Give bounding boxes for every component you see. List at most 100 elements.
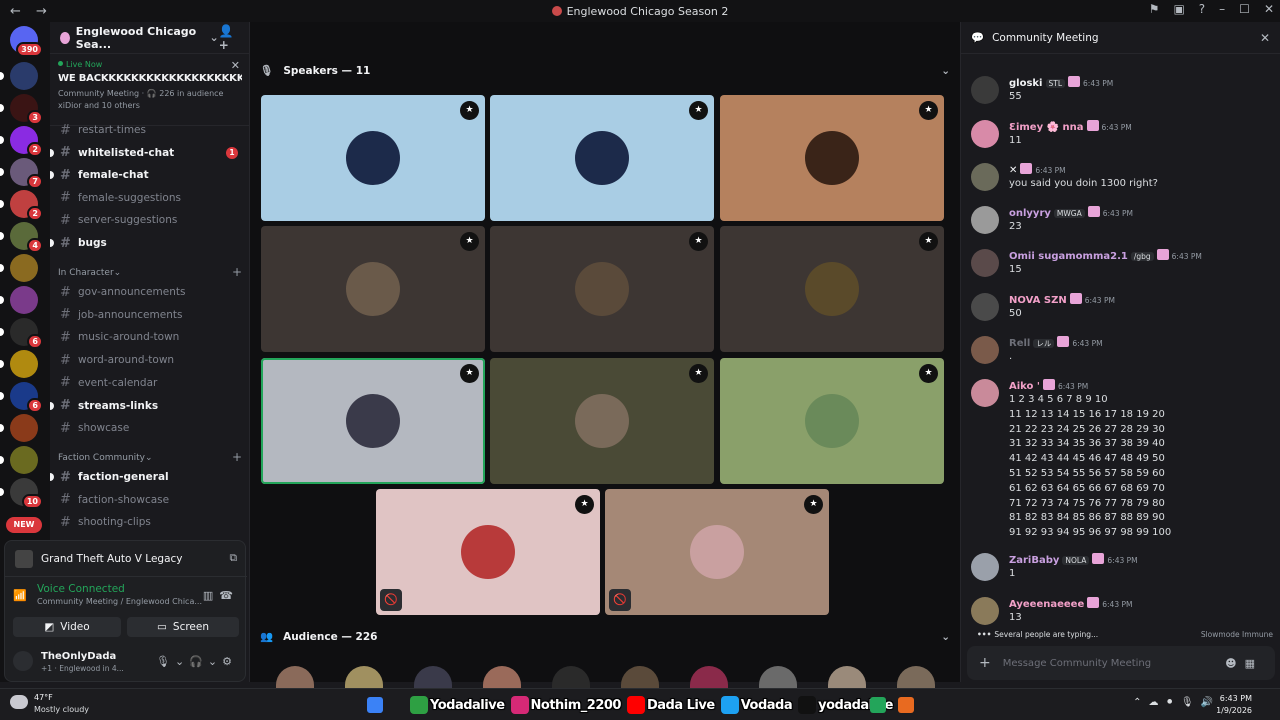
channel-faction-showcase[interactable]: # faction-showcase	[56, 490, 246, 510]
message-author[interactable]: Ayeeenaeeee 6:43 PM	[1009, 597, 1132, 610]
avatar[interactable]	[971, 206, 999, 234]
channel-shooting-clips[interactable]: # shooting-clips	[56, 512, 246, 532]
mic-headset-settings-icons[interactable]: 🎙⌄🎧⌄⚙	[156, 655, 237, 668]
minimize-icon[interactable]: –	[1219, 2, 1225, 16]
message-author[interactable]: Ɛimey 🌸 nna 6:43 PM	[1009, 120, 1132, 133]
channel-category[interactable]: In Character ⌄ +	[58, 266, 242, 278]
speaker-tile[interactable]: ★	[490, 358, 714, 484]
speaker-tile[interactable]: ★ 🚫	[376, 489, 600, 615]
message-input[interactable]: + Message Community Meeting ☻▦	[967, 646, 1275, 680]
speaker-tile[interactable]: ★	[490, 95, 714, 221]
signal-icon[interactable]: 📶	[13, 589, 27, 602]
channel-whitelisted-chat[interactable]: # whitelisted-chat 1	[50, 143, 246, 163]
server-icon[interactable]: 7	[10, 158, 43, 189]
speaker-tile[interactable]: ★	[720, 95, 944, 221]
video-button[interactable]: ◩ Video	[13, 617, 121, 637]
message-author[interactable]: Aiko ' 6:43 PM	[1009, 379, 1088, 392]
server-icon[interactable]	[10, 414, 38, 442]
maximize-icon[interactable]: ☐	[1239, 2, 1250, 16]
channel-restart-times[interactable]: # restart-times	[56, 120, 246, 140]
avatar[interactable]	[13, 651, 33, 671]
server-icon[interactable]: 10	[10, 478, 43, 509]
chevron-down-icon[interactable]: ⌄	[941, 65, 950, 77]
channel-female-chat[interactable]: # female-chat	[50, 165, 246, 185]
message-author[interactable]: Omii sugamomma2.1/gbg 6:43 PM	[1009, 249, 1202, 262]
close-icon[interactable]: ✕	[1264, 2, 1274, 16]
channel-word-around-town[interactable]: # word-around-town	[56, 350, 246, 370]
channel-gov-announcements[interactable]: # gov-announcements	[56, 282, 246, 302]
message-author[interactable]: Rell レル 6:43 PM	[1009, 336, 1103, 349]
server-icon[interactable]	[10, 350, 38, 378]
avatar[interactable]	[971, 249, 999, 277]
chevron-down-icon[interactable]: ⌄	[941, 631, 950, 643]
emoji-gif-icons[interactable]: ☻▦	[1225, 657, 1263, 670]
message-author[interactable]: NOVA SZN 6:43 PM	[1009, 293, 1115, 306]
channel-showcase[interactable]: # showcase	[56, 418, 246, 438]
app-icon[interactable]	[870, 697, 886, 713]
windows-start-icon[interactable]	[367, 697, 383, 713]
channel-job-announcements[interactable]: # job-announcements	[56, 305, 246, 325]
server-icon[interactable]	[10, 446, 38, 474]
server-icon[interactable]: 2	[10, 190, 43, 221]
inbox-icon[interactable]: ▣	[1173, 2, 1184, 16]
speaker-tile[interactable]: ★ 🚫	[605, 489, 829, 615]
speaker-tile[interactable]: ★	[261, 226, 485, 352]
flag-icon[interactable]: ⚑	[1149, 2, 1160, 16]
speaker-tile[interactable]: ★	[261, 358, 485, 484]
speaker-tile[interactable]: ★	[720, 226, 944, 352]
app-icon[interactable]	[898, 697, 914, 713]
channel-faction-general[interactable]: # faction-general	[50, 467, 246, 487]
add-channel-icon[interactable]: +	[232, 451, 242, 463]
server-icon[interactable]: 6	[10, 318, 43, 349]
chevron-down-icon[interactable]: ⌄	[209, 31, 218, 44]
speaker-tile[interactable]: ★	[261, 95, 485, 221]
server-icon[interactable]: 6	[10, 382, 43, 413]
channel-server-suggestions[interactable]: # server-suggestions	[56, 210, 246, 230]
channel-category[interactable]: Faction Community ⌄ +	[58, 451, 242, 463]
avatar[interactable]	[971, 553, 999, 581]
channel-streams-links[interactable]: # streams-links	[50, 396, 246, 416]
server-icon[interactable]	[10, 286, 38, 314]
message-author[interactable]: gloski STL 6:43 PM	[1009, 76, 1113, 89]
speakers-header[interactable]: 🎙 Speakers — 11 ⌄	[260, 64, 950, 78]
avatar[interactable]	[971, 597, 999, 625]
avatar[interactable]	[971, 76, 999, 104]
channel-event-calendar[interactable]: # event-calendar	[56, 373, 246, 393]
system-tray[interactable]: ⌃☁⚫🎙🔊	[1133, 697, 1220, 708]
activity-game[interactable]: Grand Theft Auto V Legacy ⧉	[5, 541, 247, 577]
add-channel-icon[interactable]: +	[232, 266, 242, 278]
speaker-tile[interactable]: ★	[720, 358, 944, 484]
server-icon[interactable]	[10, 254, 38, 282]
server-icon[interactable]	[10, 62, 38, 90]
stream-icon[interactable]: ⧉	[230, 552, 238, 565]
server-icon[interactable]: 2	[10, 126, 43, 157]
speaker-tile[interactable]: ★	[490, 226, 714, 352]
invite-people-icon[interactable]: 👤+	[219, 24, 239, 52]
user-info[interactable]: TheOnlyDada +1 · Englewood in 4... 🎙⌄🎧⌄⚙	[13, 647, 239, 677]
avatar[interactable]	[971, 120, 999, 148]
channel-female-suggestions[interactable]: # female-suggestions	[56, 188, 246, 208]
avatar[interactable]	[971, 293, 999, 321]
new-button[interactable]: NEW	[6, 517, 42, 533]
audience-header[interactable]: 👥 Audience — 226 ⌄	[260, 630, 950, 644]
channel-bugs[interactable]: # bugs	[50, 233, 246, 253]
screen-share-button[interactable]: ▭ Screen	[127, 617, 239, 637]
clock[interactable]: 6:43 PM 1/9/2026	[1216, 693, 1252, 717]
attach-icon[interactable]: +	[979, 655, 991, 671]
dismiss-icon[interactable]: ✕	[231, 59, 240, 72]
channel-music-around-town[interactable]: # music-around-town	[56, 327, 246, 347]
message-author[interactable]: ZariBaby NOLA 6:43 PM	[1009, 553, 1138, 566]
server-icon[interactable]: 3	[10, 94, 43, 125]
avatar[interactable]	[971, 336, 999, 364]
disconnect-icon[interactable]: ▥☎	[203, 589, 239, 602]
avatar[interactable]	[971, 379, 999, 407]
live-stage-banner[interactable]: Live Now WE BACKKKKKKKKKKKKKKKKKKKKK Com…	[50, 56, 250, 126]
server-header[interactable]: Englewood Chicago Sea... ⌄ 👤+	[50, 22, 249, 54]
server-icon[interactable]: 390	[10, 26, 43, 57]
avatar[interactable]	[971, 163, 999, 191]
help-icon[interactable]: ?	[1199, 2, 1205, 16]
message-author[interactable]: ✕ 6:43 PM	[1009, 163, 1066, 176]
close-chat-icon[interactable]: ✕	[1260, 31, 1270, 45]
server-icon[interactable]: 4	[10, 222, 43, 253]
message-author[interactable]: onlyyry MWGA 6:43 PM	[1009, 206, 1133, 219]
